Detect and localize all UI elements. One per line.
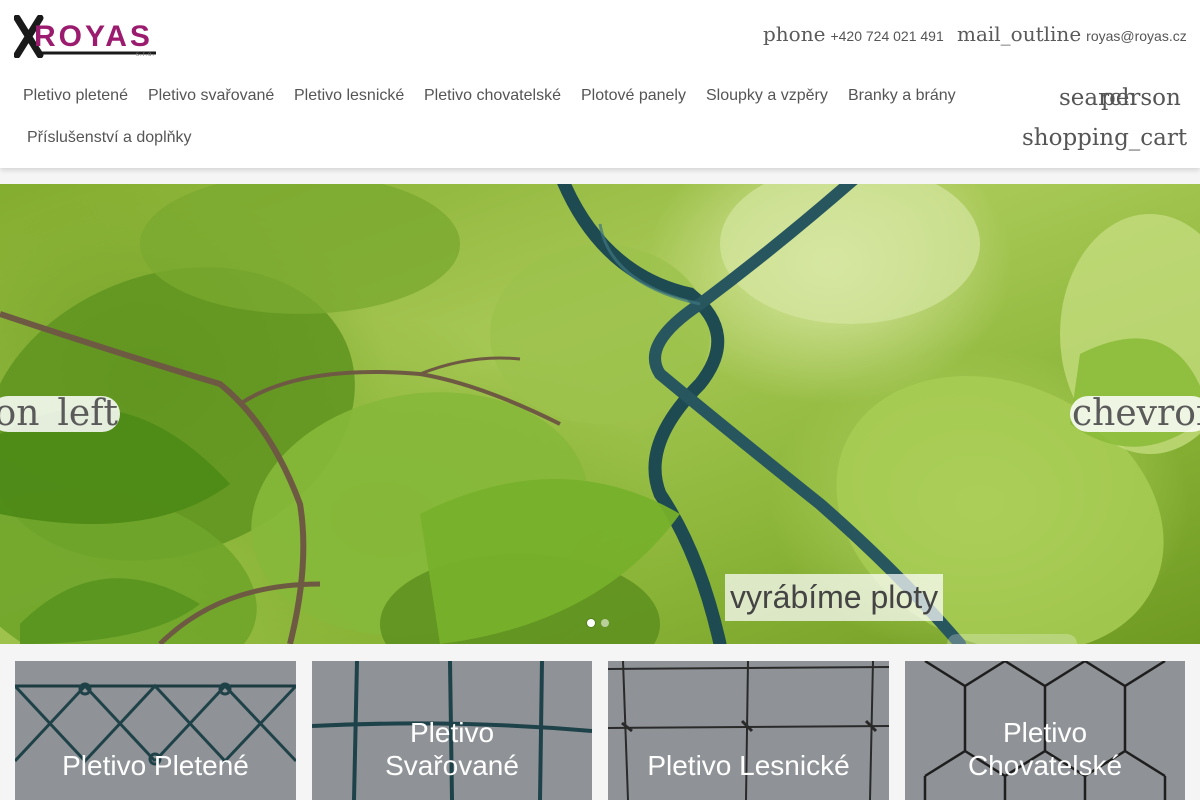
- slide-caption: vyrábíme ploty: [725, 574, 944, 621]
- mail-icon: mail_outline: [957, 22, 1082, 46]
- slider-dot-1[interactable]: [587, 619, 595, 627]
- category-label-text: Pletivo Svařované: [385, 717, 519, 781]
- contact-email[interactable]: mail_outline royas@royas.cz: [957, 22, 1187, 46]
- slider-next-button[interactable]: chevron_right: [1070, 396, 1200, 432]
- category-label: Pletivo Pletené: [62, 750, 249, 781]
- royas-logo[interactable]: ROYAS s.r.o.: [13, 14, 159, 59]
- person-icon[interactable]: person: [1101, 83, 1181, 113]
- hero-slider: chevron_left chevron_right vyrábíme plot…: [0, 184, 1200, 644]
- nav-item-sloupky-a-vzpery[interactable]: Sloupky a vzpěry: [696, 76, 838, 116]
- category-tile-chovatelske[interactable]: Pletivo Chovatelské: [905, 661, 1185, 800]
- email-address[interactable]: royas@royas.cz: [1086, 28, 1187, 44]
- logo-suffix: s.r.o.: [135, 52, 155, 58]
- phone-icon: phone: [763, 22, 826, 46]
- hero-overlay-pill: [947, 634, 1077, 644]
- shopping-cart-icon[interactable]: shopping_cart: [1022, 123, 1187, 153]
- hero-image: [0, 184, 1200, 644]
- category-label: Pletivo Lesnické: [647, 750, 850, 781]
- nav-item-pletivo-lesnicke[interactable]: Pletivo lesnické: [284, 76, 414, 116]
- chevron-left-icon: chevron_left: [0, 396, 118, 432]
- nav-item-branky-a-brany[interactable]: Branky a brány: [838, 76, 966, 116]
- nav-item-plotove-panely[interactable]: Plotové panely: [571, 76, 696, 116]
- nav-item-pletivo-svarovane[interactable]: Pletivo svařované: [138, 76, 284, 116]
- nav-item-pletivo-pletene[interactable]: Pletivo pletené: [13, 76, 138, 116]
- slider-prev-button[interactable]: chevron_left: [0, 396, 120, 432]
- slider-dots: [587, 619, 609, 627]
- category-tile-lesnicke[interactable]: Pletivo Lesnické: [608, 661, 889, 800]
- category-tile-pletene[interactable]: Pletivo Pletené: [15, 661, 296, 800]
- category-label: Pletivo Svařované: [312, 716, 592, 782]
- site-header: ROYAS s.r.o. phone +420 724 021 491 mail…: [0, 0, 1200, 168]
- category-tile-svarovane[interactable]: Pletivo Svařované: [312, 661, 592, 800]
- category-label-text: Pletivo Chovatelské: [967, 717, 1123, 781]
- nav-item-prislusenstvi[interactable]: Příslušenství a doplňky: [17, 118, 202, 158]
- contact-phone[interactable]: phone +420 724 021 491: [763, 22, 944, 46]
- phone-number[interactable]: +420 724 021 491: [830, 28, 943, 44]
- slider-dot-2[interactable]: [601, 619, 609, 627]
- nav-item-pletivo-chovatelske[interactable]: Pletivo chovatelské: [414, 76, 571, 116]
- category-label: Pletivo Chovatelské: [905, 716, 1185, 782]
- chevron-right-icon: chevron_right: [1072, 396, 1200, 432]
